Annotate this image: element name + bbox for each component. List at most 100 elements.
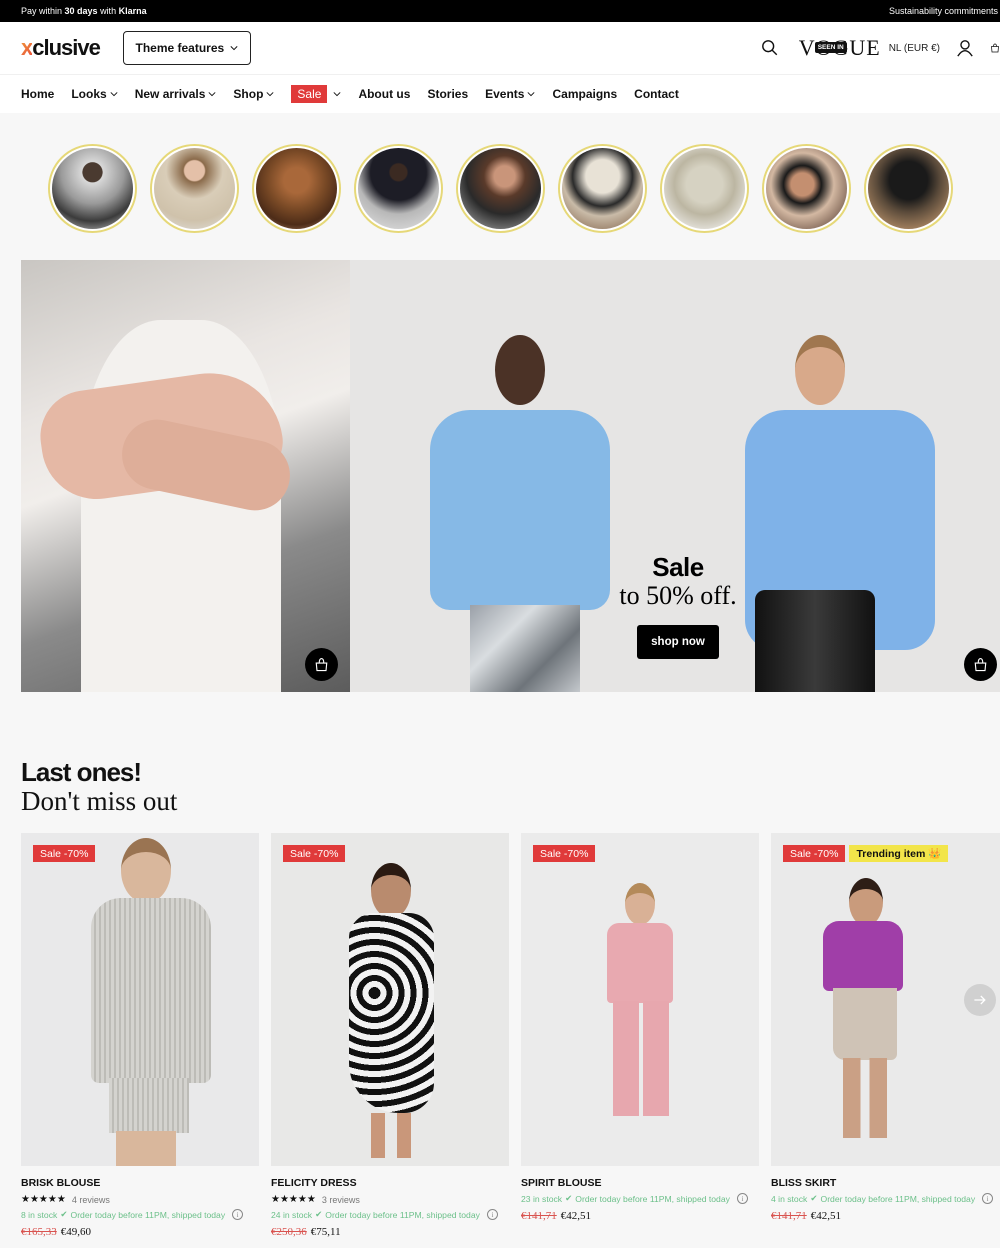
product-name[interactable]: BLISS SKIRT: [771, 1177, 1000, 1189]
jewelry-image[interactable]: [21, 260, 350, 692]
sale-badge: Sale -70%: [533, 845, 596, 862]
last-ones-section-header: Last ones! Don't miss out: [21, 757, 177, 815]
section-title: Last ones!: [21, 757, 142, 787]
hero-banner: Sale to 50% off. shop now: [21, 260, 1000, 692]
story-bubble[interactable]: [353, 143, 443, 233]
nav-item-contact[interactable]: Contact: [634, 87, 679, 101]
check-icon: ✔: [60, 1209, 68, 1219]
info-icon[interactable]: i: [486, 1209, 498, 1220]
product-card[interactable]: Sale -70% Trending item 👑 BLISS SKIRT 4 i…: [771, 833, 1000, 1238]
product-price: €165,33 €49,60: [21, 1226, 91, 1238]
vogue-seen-in-badge: VOGUE SEEN IN: [799, 35, 880, 61]
story-bubble[interactable]: [659, 143, 749, 233]
nav-item-looks[interactable]: Looks: [71, 87, 118, 101]
logo[interactable]: x clusive: [21, 35, 101, 61]
cart-button[interactable]: [990, 39, 1000, 57]
star-rating-icon: ★★★★★: [271, 1194, 316, 1205]
nav-item-home[interactable]: Home: [21, 87, 54, 101]
info-icon[interactable]: i: [736, 1193, 748, 1204]
product-name[interactable]: BRISK BLOUSE: [21, 1177, 259, 1189]
trending-badge: Trending item 👑: [849, 845, 949, 862]
chevron-down-icon: [110, 92, 118, 97]
shop-now-button[interactable]: shop now: [637, 625, 719, 659]
shopping-bag-icon: [315, 657, 328, 672]
sale-badge: Sale -70%: [33, 845, 96, 862]
chevron-down-icon: [527, 92, 535, 97]
story-image: [153, 147, 235, 229]
chevron-down-icon: [333, 92, 341, 97]
story-bubble[interactable]: [761, 143, 851, 233]
nav-item-about-us[interactable]: About us: [358, 87, 410, 101]
stock-status: 24 in stock ✔ Order today before 11PM, shi…: [271, 1209, 509, 1220]
story-bubble[interactable]: [863, 143, 953, 233]
chevron-down-icon: [208, 92, 216, 97]
story-bubble[interactable]: [557, 143, 647, 233]
product-name[interactable]: FELICITY DRESS: [271, 1177, 509, 1189]
product-card[interactable]: Sale -70% FELICITY DRESS ★★★★★ 3 reviews …: [271, 833, 509, 1238]
account-button[interactable]: [956, 39, 974, 57]
product-price: €250,36 €75,11: [271, 1226, 341, 1238]
product-image[interactable]: Sale -70%: [21, 833, 259, 1166]
product-price: €141,71 €42,51: [771, 1210, 841, 1222]
cart-icon: [991, 43, 999, 53]
promo-subtitle: to 50% off.: [619, 581, 737, 610]
info-icon[interactable]: i: [232, 1209, 244, 1220]
product-card[interactable]: Sale -70% SPIRIT BLOUSE 23 in stock ✔ Orde…: [521, 833, 759, 1238]
product-rating: ★★★★★ 4 reviews: [21, 1194, 110, 1205]
check-icon: ✔: [315, 1209, 323, 1219]
carousel-next-button[interactable]: [964, 984, 996, 1016]
check-icon: ✔: [565, 1193, 573, 1203]
sustainability-link[interactable]: Sustainability commitments: [889, 6, 1000, 16]
info-icon[interactable]: i: [982, 1193, 994, 1204]
story-carousel: [0, 113, 1000, 260]
arrow-right-icon: [974, 995, 986, 1005]
locale-selector[interactable]: NL (EUR €): [889, 43, 940, 54]
product-image[interactable]: Sale -70%: [271, 833, 509, 1166]
story-bubble[interactable]: [251, 143, 341, 233]
story-image: [561, 147, 643, 229]
announcement-bar: Pay within 30 days with Klarna Sustainab…: [0, 0, 1000, 22]
sale-campaign-image[interactable]: Sale to 50% off. shop now: [350, 260, 1000, 692]
stock-status: 4 in stock ✔ Order today before 11PM, ship…: [771, 1193, 1000, 1204]
stock-status: 23 in stock ✔ Order today before 11PM, shi…: [521, 1193, 759, 1204]
search-icon: [761, 40, 777, 56]
story-bubble[interactable]: [455, 143, 545, 233]
quick-shop-button[interactable]: [305, 648, 338, 681]
product-card[interactable]: Sale -70% BRISK BLOUSE ★★★★★ 4 reviews 8 …: [21, 833, 259, 1238]
story-bubble[interactable]: [149, 143, 239, 233]
nav-item-sale[interactable]: Sale: [291, 85, 341, 103]
site-header: xclusive Theme features VOGUE SEEN IN NL…: [0, 22, 1000, 74]
theme-features-button[interactable]: Theme features: [122, 31, 251, 65]
sale-badge: Sale -70%: [783, 845, 846, 862]
product-carousel: Sale -70% BRISK BLOUSE ★★★★★ 4 reviews 8 …: [21, 833, 1000, 1238]
story-image: [459, 147, 541, 229]
user-icon: [957, 40, 973, 57]
story-bubble[interactable]: [47, 143, 137, 233]
klarna-message: Pay within 30 days with Klarna: [21, 6, 147, 16]
story-image: [765, 147, 847, 229]
story-image: [357, 147, 439, 229]
check-icon: ✔: [810, 1193, 818, 1203]
promo-title: Sale: [652, 552, 704, 582]
shopping-bag-icon: [974, 657, 987, 672]
story-image: [255, 147, 337, 229]
chevron-down-icon: [266, 92, 274, 97]
quick-shop-button[interactable]: [964, 648, 997, 681]
story-image: [51, 147, 133, 229]
story-image: [867, 147, 949, 229]
nav-item-shop[interactable]: Shop: [233, 87, 274, 101]
star-rating-icon: ★★★★★: [21, 1194, 66, 1205]
product-image[interactable]: Sale -70%: [521, 833, 759, 1166]
nav-item-stories[interactable]: Stories: [427, 87, 468, 101]
section-subtitle: Don't miss out: [21, 786, 178, 816]
search-button[interactable]: [761, 39, 779, 57]
nav-item-events[interactable]: Events: [485, 87, 535, 101]
nav-item-campaigns[interactable]: Campaigns: [552, 87, 617, 101]
main-nav: Home Looks New arrivals Shop Sale About …: [0, 74, 1000, 113]
nav-item-new-arrivals[interactable]: New arrivals: [135, 87, 217, 101]
sale-badge: Sale -70%: [283, 845, 346, 862]
product-name[interactable]: SPIRIT BLOUSE: [521, 1177, 759, 1189]
chevron-down-icon: [230, 46, 238, 51]
promo-text: Sale to 50% off. shop now: [618, 552, 738, 659]
stock-status: 8 in stock ✔ Order today before 11PM, ship…: [21, 1209, 259, 1220]
